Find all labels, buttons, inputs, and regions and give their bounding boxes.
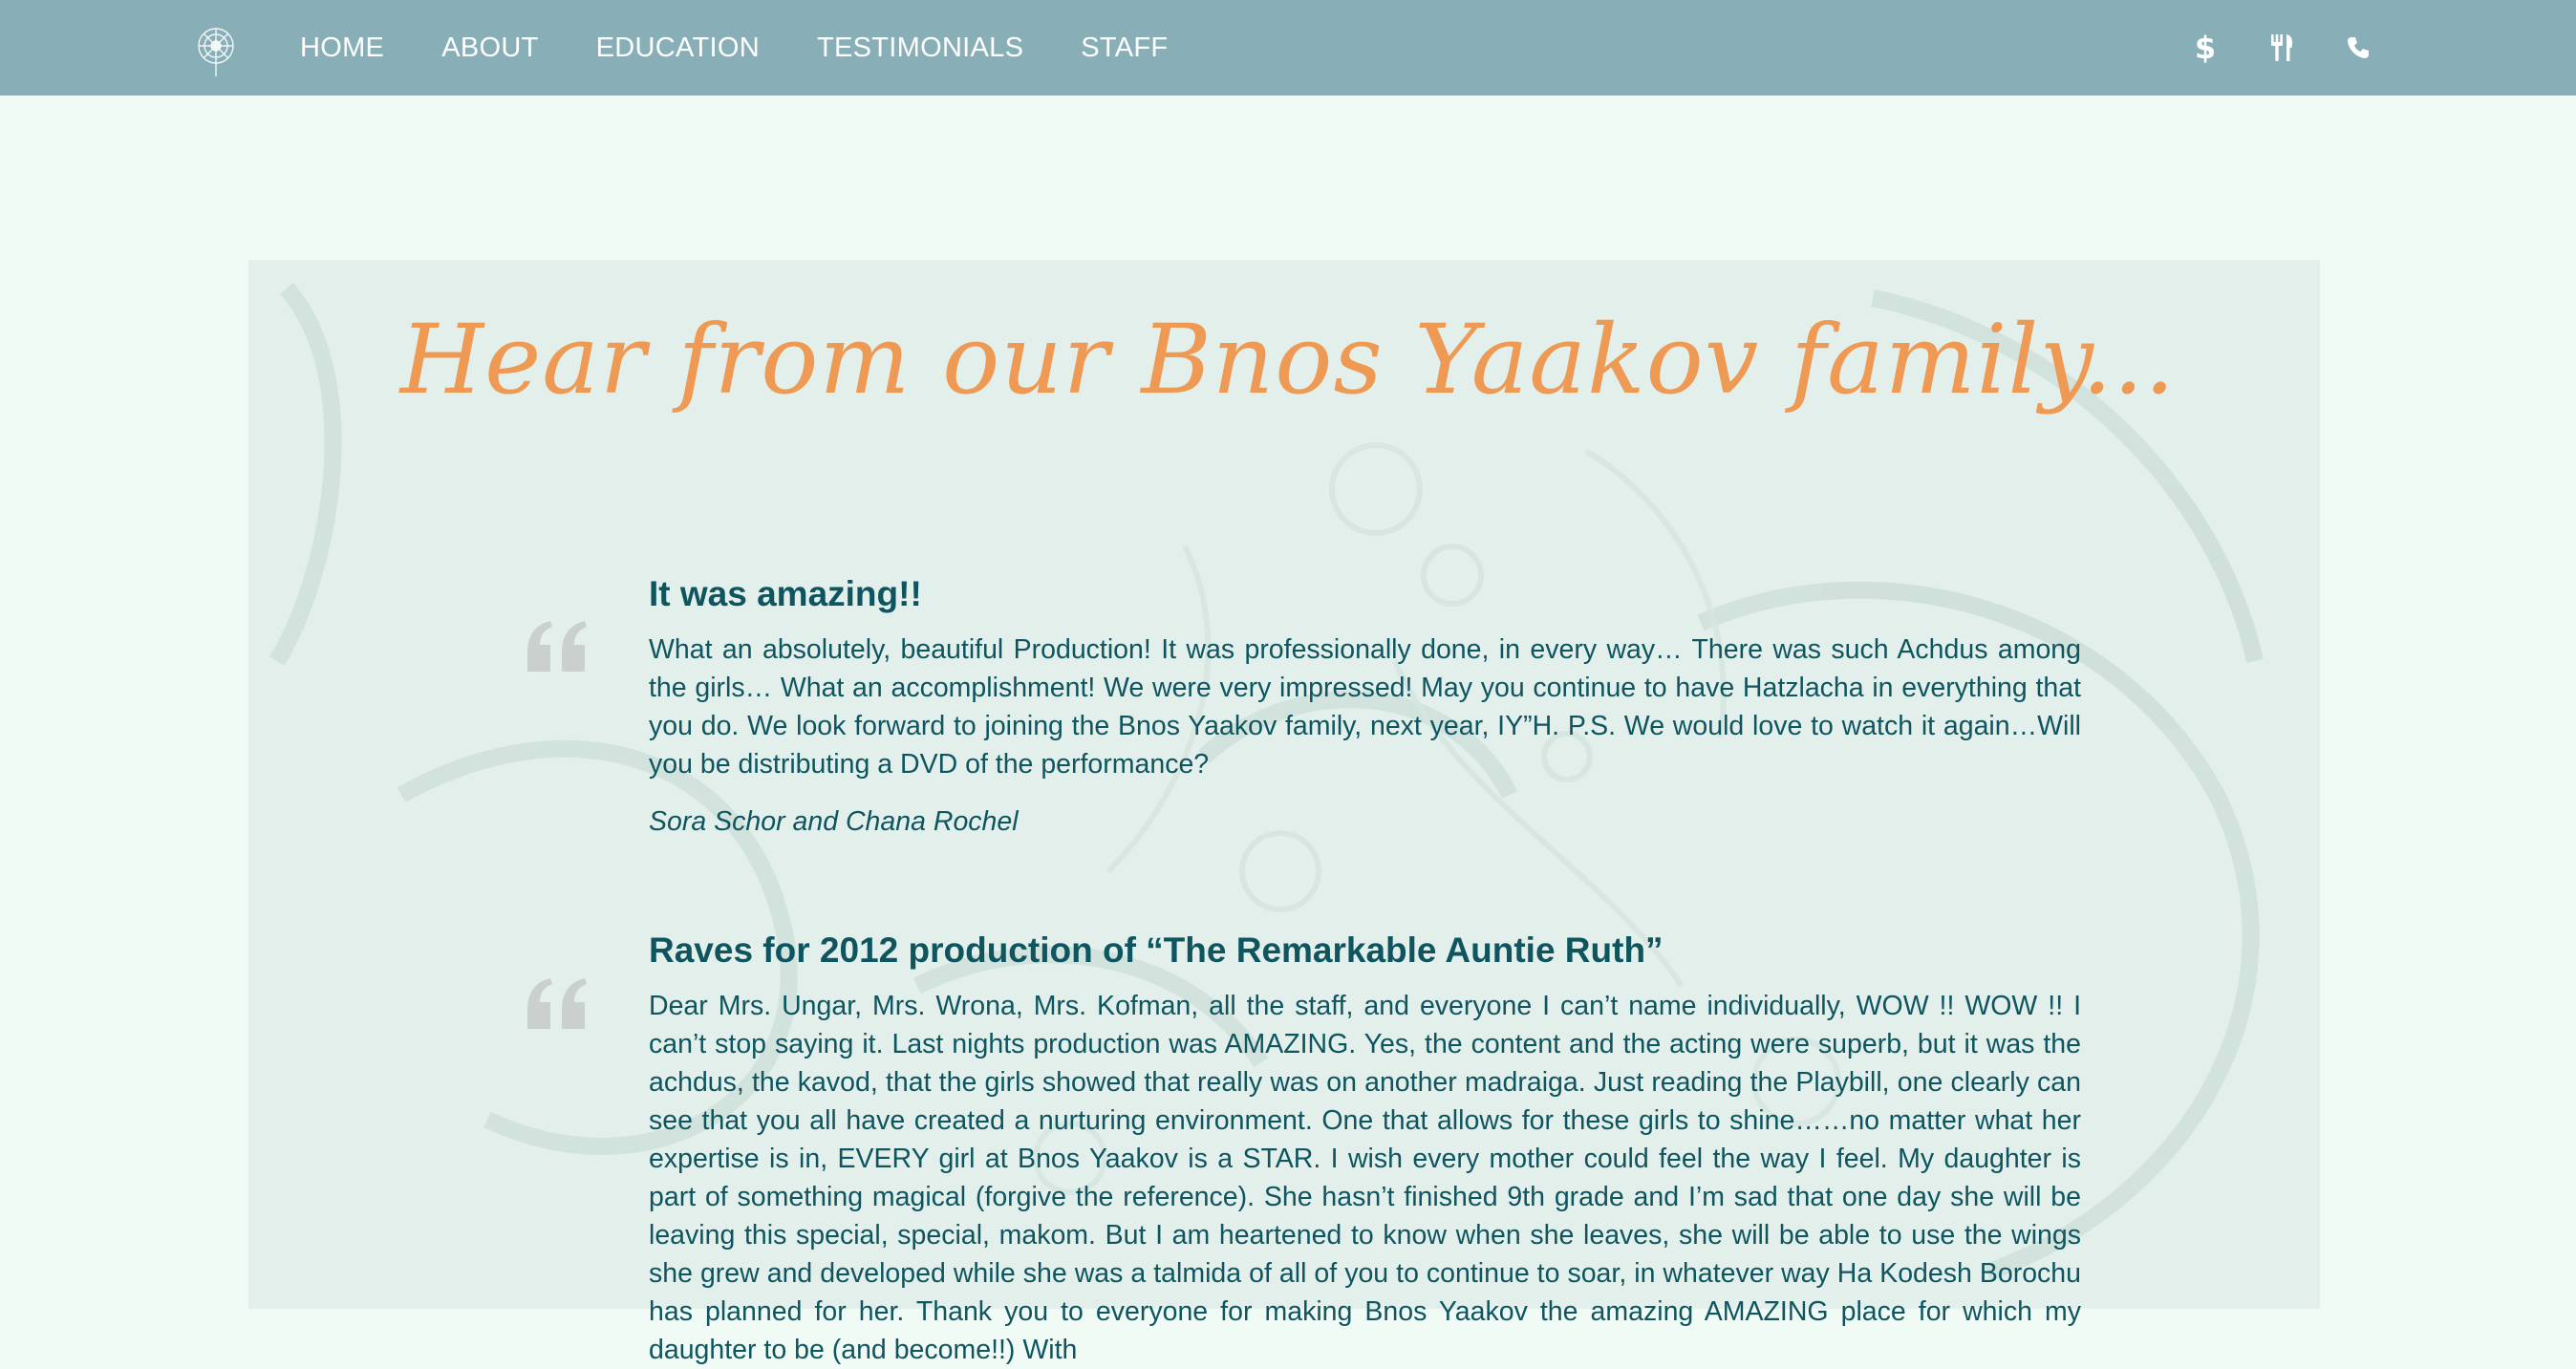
nav-staff[interactable]: STAFF	[1081, 32, 1168, 64]
testimonial-title: Raves for 2012 production of “The Remark…	[649, 930, 1664, 970]
nav-home[interactable]: HOME	[300, 32, 384, 64]
nav-education[interactable]: EDUCATION	[596, 32, 760, 64]
utensils-icon[interactable]	[2265, 31, 2299, 65]
testimonial-card: It was amazing!! What an absolutely, bea…	[649, 573, 2081, 841]
testimonial-title: It was amazing!!	[649, 574, 922, 613]
dandelion-logo-icon[interactable]	[194, 24, 238, 77]
nav-icon-group: $	[2188, 0, 2417, 96]
phone-icon[interactable]	[2341, 31, 2375, 65]
testimonial-author: Sora Schor and Chana Rochel	[649, 806, 1019, 838]
page-headline: Hear from our Bnos Yaakov family...	[399, 304, 2177, 416]
quote-icon	[524, 546, 600, 672]
nav-about[interactable]: ABOUT	[441, 32, 538, 64]
testimonial-body: Dear Mrs. Ungar, Mrs. Wrona, Mrs. Kofman…	[649, 991, 2081, 1366]
testimonial-body: What an absolutely, beautiful Production…	[649, 634, 2081, 781]
testimonial-card: Raves for 2012 production of “The Remark…	[649, 930, 2081, 1369]
dollar-icon[interactable]: $	[2188, 30, 2222, 66]
nav-testimonials[interactable]: TESTIMONIALS	[817, 32, 1023, 64]
top-navbar: HOME ABOUT EDUCATION TESTIMONIALS STAFF …	[0, 0, 2576, 96]
quote-icon	[524, 904, 600, 1029]
main-nav: HOME ABOUT EDUCATION TESTIMONIALS STAFF	[300, 0, 1225, 96]
